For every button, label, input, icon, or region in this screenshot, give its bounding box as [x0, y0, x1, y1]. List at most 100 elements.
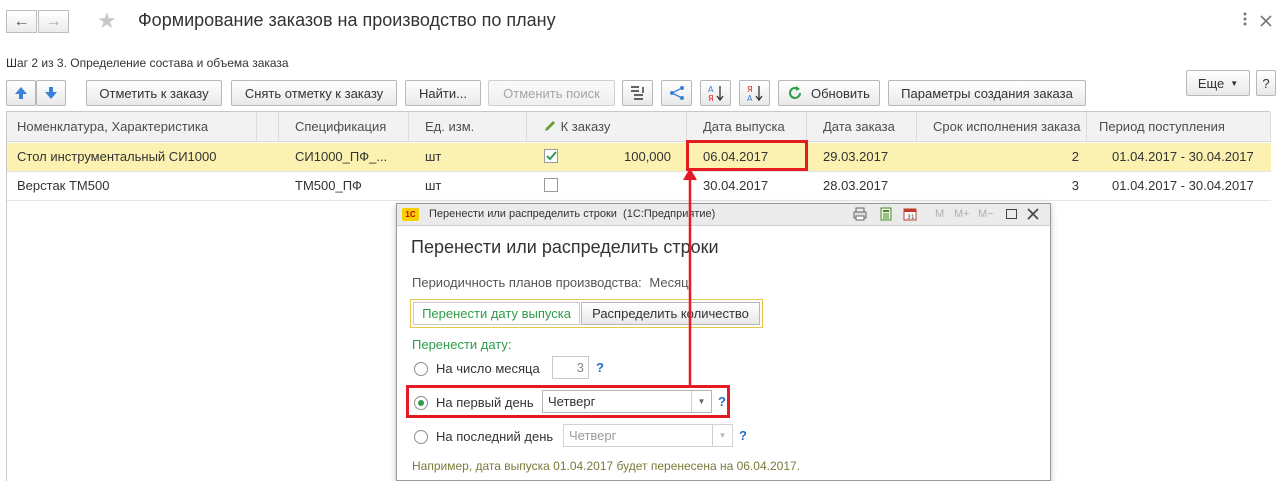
- day-of-month-input[interactable]: 3: [552, 356, 589, 379]
- cell-unit: шт: [425, 178, 442, 193]
- 1c-logo-icon: 1C: [402, 208, 419, 221]
- move-down-button[interactable]: [36, 80, 66, 106]
- radio-last-day[interactable]: [414, 430, 428, 444]
- dialog-window-title: Перенести или распределить строки (1С:Пр…: [429, 208, 716, 220]
- order-params-button[interactable]: Параметры создания заказа: [888, 80, 1086, 106]
- row-checkbox[interactable]: [544, 149, 558, 163]
- arrow-down-icon: [45, 87, 57, 99]
- cancel-search-button[interactable]: Отменить поиск: [488, 80, 615, 106]
- help-last-day[interactable]: ?: [739, 428, 747, 443]
- col-release-date[interactable]: Дата выпуска: [687, 112, 807, 142]
- calculator-icon[interactable]: [879, 207, 893, 221]
- find-button[interactable]: Найти...: [405, 80, 481, 106]
- periodicity-label: Периодичность планов производства:: [412, 275, 642, 290]
- close-icon[interactable]: [1259, 14, 1273, 28]
- col-to-order[interactable]: К заказу: [527, 112, 687, 142]
- move-rows-dialog: 1C Перенести или распределить строки (1С…: [396, 203, 1051, 481]
- help-day-of-month[interactable]: ?: [596, 360, 604, 375]
- back-button[interactable]: ←: [6, 10, 37, 33]
- memory-plus-button[interactable]: M+: [954, 208, 970, 220]
- cell-unit: шт: [425, 149, 442, 164]
- cell-period: 01.04.2017 - 30.04.2017: [1112, 149, 1254, 164]
- refresh-icon: [789, 86, 801, 99]
- cell-order-date: 28.03.2017: [823, 178, 889, 193]
- chevron-down-icon[interactable]: ▼: [712, 425, 732, 446]
- memory-m-button[interactable]: M: [935, 208, 944, 220]
- cell-period: 01.04.2017 - 30.04.2017: [1112, 178, 1254, 193]
- opt-day-of-month-label: На число месяца: [436, 361, 540, 376]
- cell-term: 3: [1071, 178, 1079, 193]
- sort-asc-button[interactable]: АЯ: [700, 80, 731, 106]
- dialog-close-icon[interactable]: [1027, 208, 1039, 220]
- menu-dots-icon[interactable]: [1238, 12, 1252, 26]
- release-date-highlight: [686, 140, 808, 171]
- maximize-icon[interactable]: [1006, 209, 1017, 219]
- cell-qty: [567, 172, 671, 200]
- col-period[interactable]: Период поступления: [1087, 112, 1271, 142]
- periodicity-row: Периодичность планов производства: Месяц: [412, 275, 689, 290]
- arrow-left-icon: ←: [13, 12, 30, 30]
- favorite-star-icon[interactable]: ★: [97, 8, 117, 34]
- question-button[interactable]: ?: [1256, 70, 1276, 96]
- dialog-titlebar: 1C Перенести или распределить строки (1С…: [397, 204, 1050, 226]
- last-day-select[interactable]: Четверг ▼: [563, 424, 733, 447]
- cell-spec: СИ1000_ПФ_...: [295, 149, 388, 164]
- cell-item: Верстак ТМ500: [17, 178, 110, 193]
- col-to-order-label: К заказу: [560, 119, 611, 134]
- radio-day-of-month[interactable]: [414, 362, 428, 376]
- cell-item: Стол инструментальный СИ1000: [17, 149, 217, 164]
- page-title: Формирование заказов на производство по …: [138, 10, 556, 30]
- svg-text:А: А: [747, 94, 753, 102]
- last-day-value: Четверг: [569, 428, 617, 443]
- cell-term: 2: [1071, 149, 1079, 164]
- cell-spec: ТМ500_ПФ: [295, 178, 362, 193]
- col-item[interactable]: Номенклатура, Характеристика: [7, 112, 257, 142]
- table-row[interactable]: Верстак ТМ500 ТМ500_ПФ шт 30.04.2017 28.…: [7, 172, 1271, 201]
- share-button[interactable]: [661, 80, 692, 106]
- svg-text:А: А: [708, 85, 714, 94]
- more-label: Еще: [1197, 75, 1225, 91]
- cell-order-date: 29.03.2017: [823, 149, 889, 164]
- checkmark-icon: [546, 151, 557, 161]
- mark-order-button[interactable]: Отметить к заказу: [86, 80, 222, 106]
- tab-move-date[interactable]: Перенести дату выпуска: [413, 302, 580, 325]
- sort-ascending-icon: АЯ: [708, 85, 724, 102]
- move-up-button[interactable]: [6, 80, 36, 106]
- svg-text:Я: Я: [747, 85, 753, 94]
- refresh-label: Обновить: [811, 85, 870, 101]
- col-spec[interactable]: Спецификация: [279, 112, 409, 142]
- dialog-heading: Перенести или распределить строки: [411, 237, 719, 257]
- svg-text:Я: Я: [708, 94, 714, 102]
- print-icon[interactable]: [853, 207, 867, 221]
- hierarchy-icon: [630, 86, 644, 100]
- arrow-right-icon: →: [45, 12, 62, 30]
- svg-text:31: 31: [907, 214, 915, 221]
- tab-distribute-qty[interactable]: Распределить количество: [581, 302, 760, 325]
- sort-desc-button[interactable]: ЯА: [739, 80, 770, 106]
- annotation-arrow-icon: [683, 168, 697, 386]
- example-text: Например, дата выпуска 01.04.2017 будет …: [412, 459, 801, 473]
- col-order-date[interactable]: Дата заказа: [807, 112, 917, 142]
- wizard-step-label: Шаг 2 из 3. Определение состава и объема…: [6, 56, 289, 70]
- forward-button[interactable]: →: [38, 10, 69, 33]
- branch-icon: [669, 86, 684, 100]
- col-spacer: [257, 112, 279, 142]
- memory-minus-button[interactable]: M−: [978, 208, 994, 220]
- unmark-order-button[interactable]: Снять отметку к заказу: [231, 80, 397, 106]
- more-button[interactable]: Еще ▼: [1186, 70, 1250, 96]
- calendar-icon[interactable]: 31: [903, 207, 917, 221]
- refresh-button[interactable]: Обновить: [778, 80, 880, 106]
- table-header: Номенклатура, Характеристика Спецификаци…: [7, 112, 1271, 142]
- col-unit[interactable]: Ед. изм.: [409, 112, 527, 142]
- group-button[interactable]: [622, 80, 653, 106]
- cell-release-date[interactable]: 30.04.2017: [703, 172, 803, 200]
- table-row[interactable]: Стол инструментальный СИ1000 СИ1000_ПФ_.…: [7, 143, 1271, 172]
- sort-descending-icon: ЯА: [747, 85, 763, 102]
- mode-tabs: Перенести дату выпуска Распределить коли…: [410, 299, 763, 328]
- opt-last-day-label: На последний день: [436, 429, 554, 444]
- col-term[interactable]: Срок исполнения заказа: [917, 112, 1087, 142]
- pencil-icon: [545, 121, 555, 131]
- row-checkbox[interactable]: [544, 178, 558, 192]
- move-date-label: Перенести дату:: [412, 337, 512, 352]
- chevron-down-icon: ▼: [1230, 78, 1239, 88]
